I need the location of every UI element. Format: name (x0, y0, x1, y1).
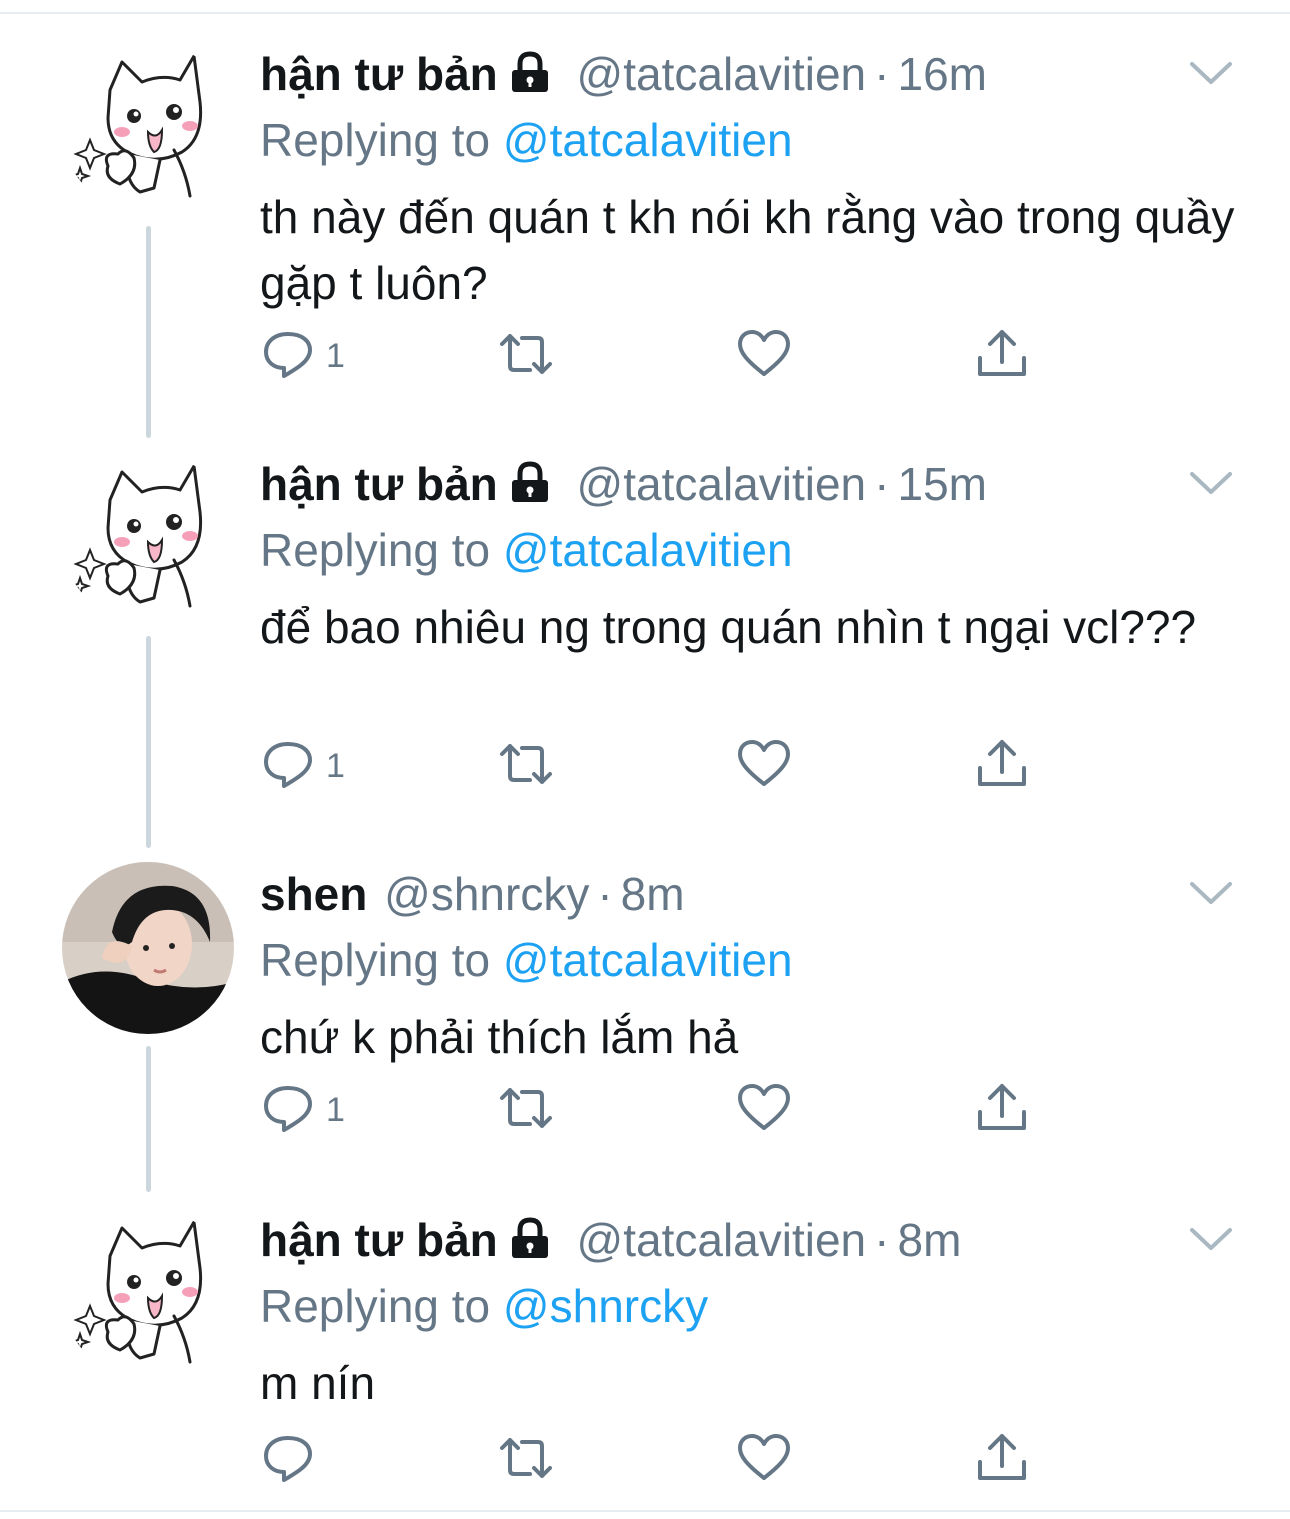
retweet-icon (496, 1430, 556, 1491)
replying-to-label: Replying to (260, 114, 491, 166)
tweet-header: hận tư bản @tatcalavitien · 8m (260, 1208, 961, 1272)
replying-to-label: Replying to (260, 524, 491, 576)
speech-bubble-icon (260, 736, 316, 797)
share-icon (974, 1430, 1030, 1491)
action-bar: 1 (260, 1080, 1060, 1140)
avatar[interactable] (62, 452, 234, 624)
avatar[interactable] (62, 862, 234, 1034)
tweet[interactable]: shen @shnrcky · 8m Replying to @tatcalavit… (0, 832, 1290, 1192)
cat-sticker-avatar (62, 42, 234, 214)
speech-bubble-icon (260, 326, 316, 387)
share-button[interactable] (974, 736, 1030, 796)
retweet-button[interactable] (496, 1080, 556, 1140)
replying-to: Replying to @tatcalavitien (260, 928, 793, 992)
separator-dot: · (874, 1214, 890, 1266)
display-name[interactable]: hận tư bản (260, 1214, 498, 1266)
like-button[interactable] (736, 326, 792, 386)
replying-to-handle[interactable]: @shnrcky (503, 1280, 708, 1332)
tweet-header: hận tư bản @tatcalavitien · 15m (260, 452, 987, 516)
share-icon (974, 736, 1030, 797)
action-bar (260, 1430, 1060, 1490)
tweet-text: để bao nhiêu ng trong quán nhìn t ngại v… (260, 601, 1197, 653)
thread-line (146, 1046, 151, 1192)
share-icon (974, 1080, 1030, 1141)
speech-bubble-icon (260, 1080, 316, 1141)
reply-button[interactable]: 1 (260, 1080, 345, 1140)
share-icon (974, 326, 1030, 387)
heart-icon (736, 326, 792, 387)
replying-to: Replying to @shnrcky (260, 1274, 708, 1338)
reply-button[interactable]: 1 (260, 326, 345, 386)
timestamp[interactable]: 8m (621, 868, 685, 920)
replying-to-label: Replying to (260, 1280, 491, 1332)
lock-icon (508, 456, 552, 520)
heart-icon (736, 1430, 792, 1491)
tweet[interactable]: hận tư bản @tatcalavitien · 15m Replying t… (0, 422, 1290, 848)
heart-icon (736, 736, 792, 797)
lock-icon (508, 1212, 552, 1276)
action-bar: 1 (260, 736, 1060, 796)
share-button[interactable] (974, 1080, 1030, 1140)
retweet-button[interactable] (496, 326, 556, 386)
tweet-header: hận tư bản @tatcalavitien · 16m (260, 42, 987, 106)
avatar[interactable] (62, 42, 234, 214)
user-handle[interactable]: @tatcalavitien (577, 458, 867, 510)
replying-to: Replying to @tatcalavitien (260, 518, 793, 582)
chevron-down-icon[interactable] (1186, 1224, 1236, 1254)
cat-sticker-avatar (62, 452, 234, 624)
lock-icon (508, 46, 552, 110)
thread-line (146, 636, 151, 848)
separator-dot: · (874, 458, 890, 510)
tweet-text: th này đến quán t kh nói kh rằng vào tro… (260, 191, 1235, 309)
share-button[interactable] (974, 326, 1030, 386)
tweet-header: shen @shnrcky · 8m (260, 862, 685, 926)
chevron-down-icon[interactable] (1186, 468, 1236, 498)
chevron-down-icon[interactable] (1186, 878, 1236, 908)
separator-dot: · (597, 868, 613, 920)
display-name[interactable]: hận tư bản (260, 48, 498, 100)
display-name[interactable]: hận tư bản (260, 458, 498, 510)
timestamp[interactable]: 16m (897, 48, 986, 100)
heart-icon (736, 1080, 792, 1141)
replying-to-handle[interactable]: @tatcalavitien (503, 524, 793, 576)
action-bar: 1 (260, 326, 1060, 386)
like-button[interactable] (736, 1080, 792, 1140)
reply-count: 1 (326, 336, 345, 375)
bottom-divider (0, 1510, 1290, 1519)
speech-bubble-icon (260, 1430, 316, 1491)
reply-count: 1 (326, 1090, 345, 1129)
reply-button[interactable] (260, 1430, 326, 1490)
replying-to-handle[interactable]: @tatcalavitien (503, 934, 793, 986)
display-name[interactable]: shen (260, 868, 367, 920)
thread-line (146, 226, 151, 438)
avatar[interactable] (62, 1208, 234, 1380)
timestamp[interactable]: 15m (897, 458, 986, 510)
tweet[interactable]: hận tư bản @tatcalavitien · 8m Replying to… (0, 1178, 1290, 1508)
reply-button[interactable]: 1 (260, 736, 345, 796)
tweet-text: chứ k phải thích lắm hả (260, 1011, 739, 1063)
like-button[interactable] (736, 1430, 792, 1490)
replying-to-handle[interactable]: @tatcalavitien (503, 114, 793, 166)
retweet-icon (496, 326, 556, 387)
retweet-icon (496, 736, 556, 797)
user-handle[interactable]: @tatcalavitien (577, 48, 867, 100)
chevron-down-icon[interactable] (1186, 58, 1236, 88)
replying-to: Replying to @tatcalavitien (260, 108, 793, 172)
cat-sticker-avatar (62, 1208, 234, 1380)
timestamp[interactable]: 8m (897, 1214, 961, 1266)
tweet[interactable]: hận tư bản @tatcalavitien · 16m Replying t… (0, 12, 1290, 438)
share-button[interactable] (974, 1430, 1030, 1490)
retweet-button[interactable] (496, 736, 556, 796)
like-button[interactable] (736, 736, 792, 796)
retweet-button[interactable] (496, 1430, 556, 1490)
separator-dot: · (874, 48, 890, 100)
user-handle[interactable]: @shnrcky (384, 868, 589, 920)
user-handle[interactable]: @tatcalavitien (577, 1214, 867, 1266)
retweet-icon (496, 1080, 556, 1141)
tweet-text: m nín (260, 1357, 376, 1409)
reply-count: 1 (326, 746, 345, 785)
person-photo-avatar (62, 862, 234, 1034)
replying-to-label: Replying to (260, 934, 491, 986)
